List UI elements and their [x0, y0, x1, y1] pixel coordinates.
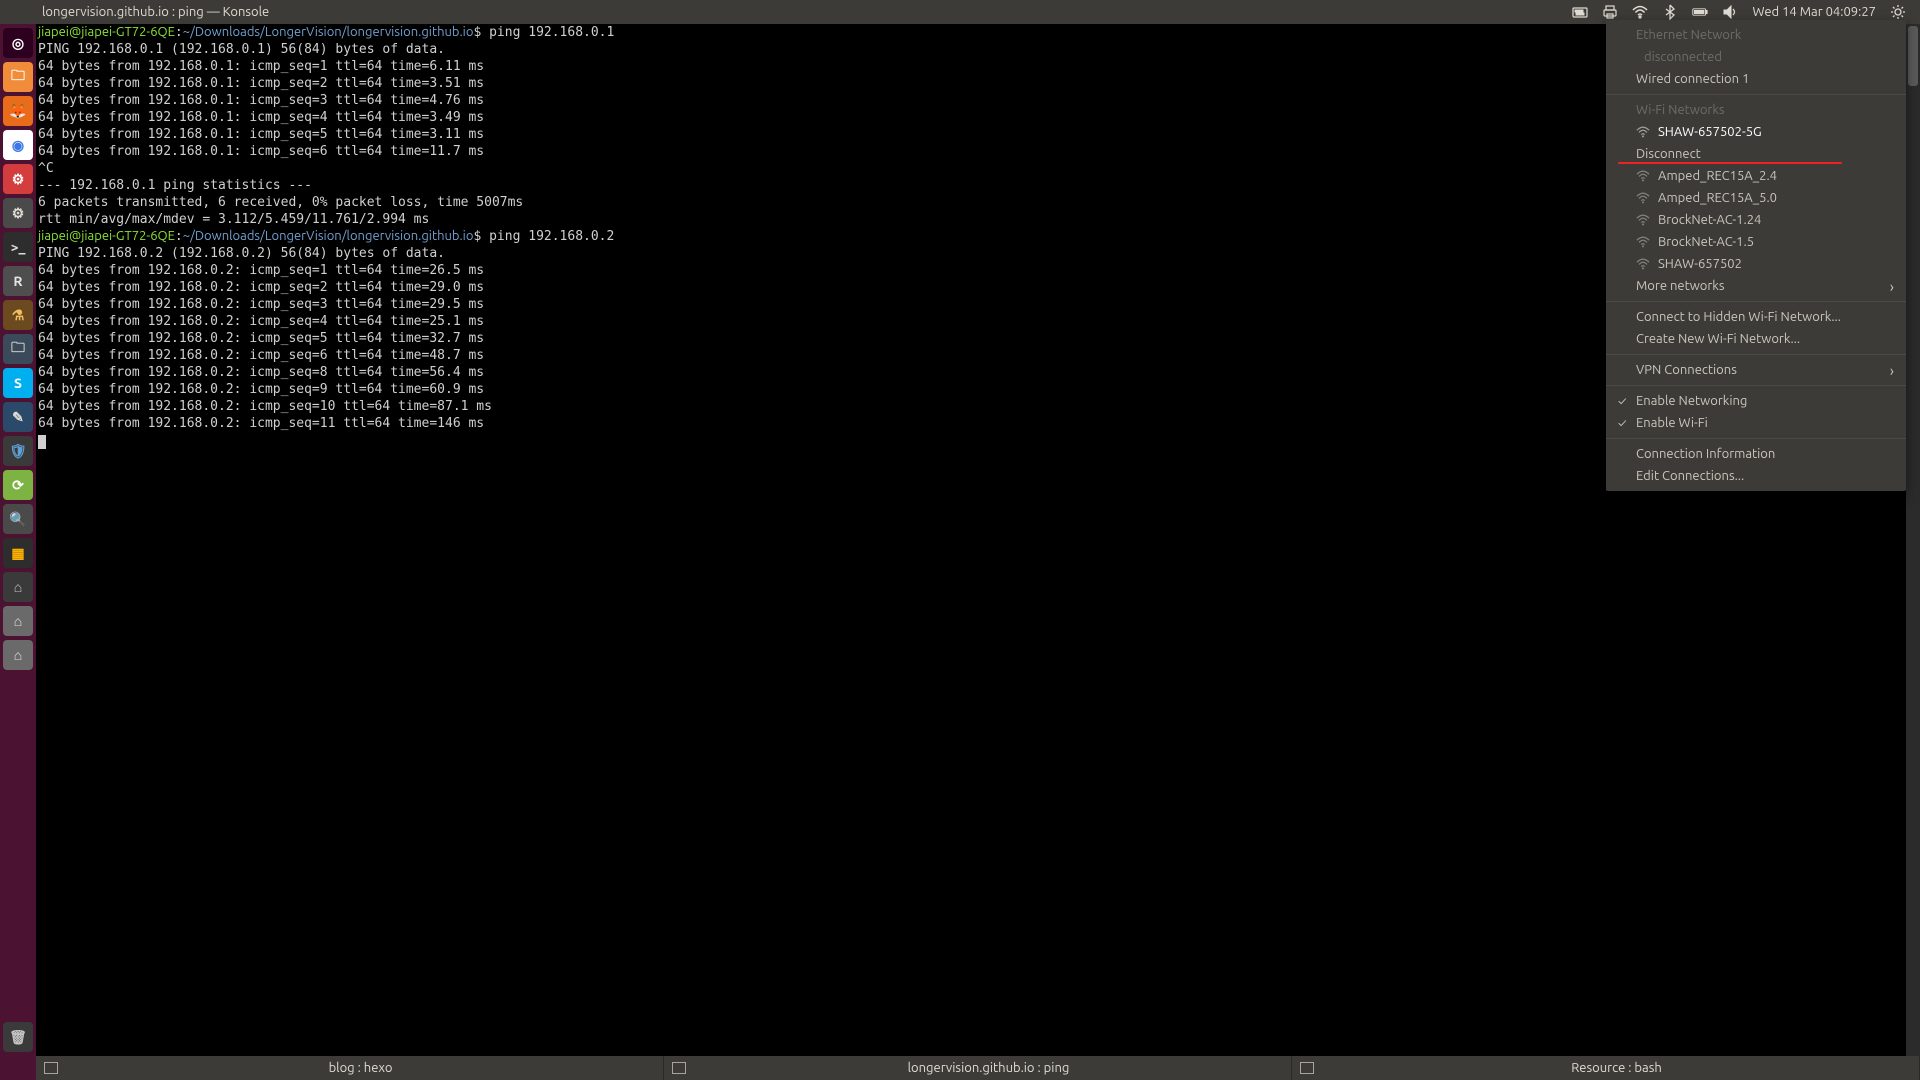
nm-wifi-network-label: BrockNet-AC-1.5: [1658, 235, 1754, 249]
nm-wifi-connected[interactable]: SHAW-657502-5G: [1606, 121, 1906, 143]
launcher-dolphin[interactable]: 🗀: [3, 334, 33, 364]
nm-ethernet-status: disconnected: [1606, 46, 1906, 68]
launcher-sync[interactable]: ⟳: [3, 470, 33, 500]
launcher-lab[interactable]: ⚗: [3, 300, 33, 330]
nm-more-networks[interactable]: More networks: [1606, 275, 1906, 297]
launcher-dash[interactable]: ◎: [3, 28, 33, 58]
nm-wifi-network[interactable]: Amped_REC15A_5.0: [1606, 187, 1906, 209]
nm-ethernet-header: Ethernet Network: [1606, 24, 1906, 46]
nm-disconnect-label: Disconnect: [1636, 147, 1701, 161]
nm-separator: [1606, 94, 1906, 95]
launcher-device1[interactable]: ⌂: [3, 572, 33, 602]
launcher-device2[interactable]: ⌂: [3, 606, 33, 636]
system-tray: Wed 14 Mar 04:09:27: [1572, 4, 1920, 20]
taskbar-task[interactable]: longervision.github.io : ping: [664, 1056, 1292, 1080]
taskbar-task-label: blog : hexo: [66, 1061, 655, 1075]
wifi-signal-icon: [1636, 169, 1650, 183]
wifi-signal-icon: [1636, 257, 1650, 271]
nm-disconnect[interactable]: Disconnect: [1606, 143, 1906, 165]
nm-wifi-network-label: Amped_REC15A_5.0: [1658, 191, 1777, 205]
clock[interactable]: Wed 14 Mar 04:09:27: [1752, 5, 1876, 19]
taskbar-task[interactable]: blog : hexo: [36, 1056, 664, 1080]
nm-wifi-network[interactable]: BrockNet-AC-1.5: [1606, 231, 1906, 253]
nm-separator: [1606, 301, 1906, 302]
nm-wifi-network[interactable]: SHAW-657502: [1606, 253, 1906, 275]
nm-vpn[interactable]: VPN Connections: [1606, 359, 1906, 381]
nm-wifi-network-label: BrockNet-AC-1.24: [1658, 213, 1761, 227]
unity-launcher: ◎ 🗀 🦊 ◉ ⚙ ⚙ >_ R ⚗ 🗀 S ✎ 🛡 ⟳ 🔍 ▦ ⌂ ⌂ ⌂ 🗑: [0, 24, 36, 1080]
window-icon: [44, 1062, 58, 1074]
launcher-jenkins[interactable]: ⚙: [3, 164, 33, 194]
nm-wifi-network-label: Amped_REC15A_2.4: [1658, 169, 1777, 183]
red-annotation-line: [1618, 162, 1842, 164]
window-icon: [1300, 1062, 1314, 1074]
wifi-icon[interactable]: [1632, 4, 1648, 20]
window-icon: [672, 1062, 686, 1074]
gear-icon[interactable]: [1890, 4, 1906, 20]
nm-wifi-network[interactable]: BrockNet-AC-1.24: [1606, 209, 1906, 231]
taskbar-task-label: Resource : bash: [1322, 1061, 1911, 1075]
nm-enable-networking[interactable]: Enable Networking: [1606, 390, 1906, 412]
wifi-signal-icon: [1636, 213, 1650, 227]
taskbar-task-label: longervision.github.io : ping: [694, 1061, 1283, 1075]
window-title: longervision.github.io : ping — Konsole: [0, 5, 269, 19]
cursor: [38, 435, 46, 449]
printer-icon[interactable]: [1602, 4, 1618, 20]
launcher-skype[interactable]: S: [3, 368, 33, 398]
keyboard-icon[interactable]: [1572, 4, 1588, 20]
launcher-kate[interactable]: R: [3, 266, 33, 296]
launcher-search[interactable]: 🔍: [3, 504, 33, 534]
launcher-files[interactable]: 🗀: [3, 62, 33, 92]
taskbar-task[interactable]: Resource : bash: [1292, 1056, 1920, 1080]
launcher-editor[interactable]: ✎: [3, 402, 33, 432]
nm-wifi-header: Wi-Fi Networks: [1606, 99, 1906, 121]
vertical-scrollbar[interactable]: [1906, 24, 1920, 1056]
nm-wifi-network[interactable]: Amped_REC15A_2.4: [1606, 165, 1906, 187]
nm-edit[interactable]: Edit Connections...: [1606, 465, 1906, 487]
wifi-signal-icon: [1636, 125, 1650, 139]
launcher-shield[interactable]: 🛡: [3, 436, 33, 466]
nm-hidden[interactable]: Connect to Hidden Wi-Fi Network...: [1606, 306, 1906, 328]
nm-separator: [1606, 354, 1906, 355]
nm-conn-info[interactable]: Connection Information: [1606, 443, 1906, 465]
nm-create[interactable]: Create New Wi-Fi Network...: [1606, 328, 1906, 350]
wifi-signal-icon: [1636, 191, 1650, 205]
battery-icon[interactable]: [1692, 4, 1708, 20]
launcher-device3[interactable]: ⌂: [3, 640, 33, 670]
launcher-grid[interactable]: ▦: [3, 538, 33, 568]
nm-separator: [1606, 385, 1906, 386]
launcher-trash[interactable]: 🗑: [3, 1022, 33, 1052]
nm-enable-wifi[interactable]: Enable Wi-Fi: [1606, 412, 1906, 434]
nm-wired[interactable]: Wired connection 1: [1606, 68, 1906, 90]
bottom-panel: blog : hexo longervision.github.io : ping…: [36, 1056, 1920, 1080]
network-menu: Ethernet Network disconnected Wired conn…: [1606, 20, 1906, 491]
nm-separator: [1606, 438, 1906, 439]
launcher-terminal[interactable]: >_: [3, 232, 33, 262]
scrollbar-thumb[interactable]: [1908, 26, 1918, 86]
wifi-signal-icon: [1636, 235, 1650, 249]
launcher-firefox[interactable]: 🦊: [3, 96, 33, 126]
bluetooth-icon[interactable]: [1662, 4, 1678, 20]
launcher-chromium[interactable]: ◉: [3, 130, 33, 160]
launcher-settings[interactable]: ⚙: [3, 198, 33, 228]
nm-wifi-connected-label: SHAW-657502-5G: [1658, 125, 1762, 139]
nm-wifi-network-label: SHAW-657502: [1658, 257, 1742, 271]
sound-icon[interactable]: [1722, 4, 1738, 20]
